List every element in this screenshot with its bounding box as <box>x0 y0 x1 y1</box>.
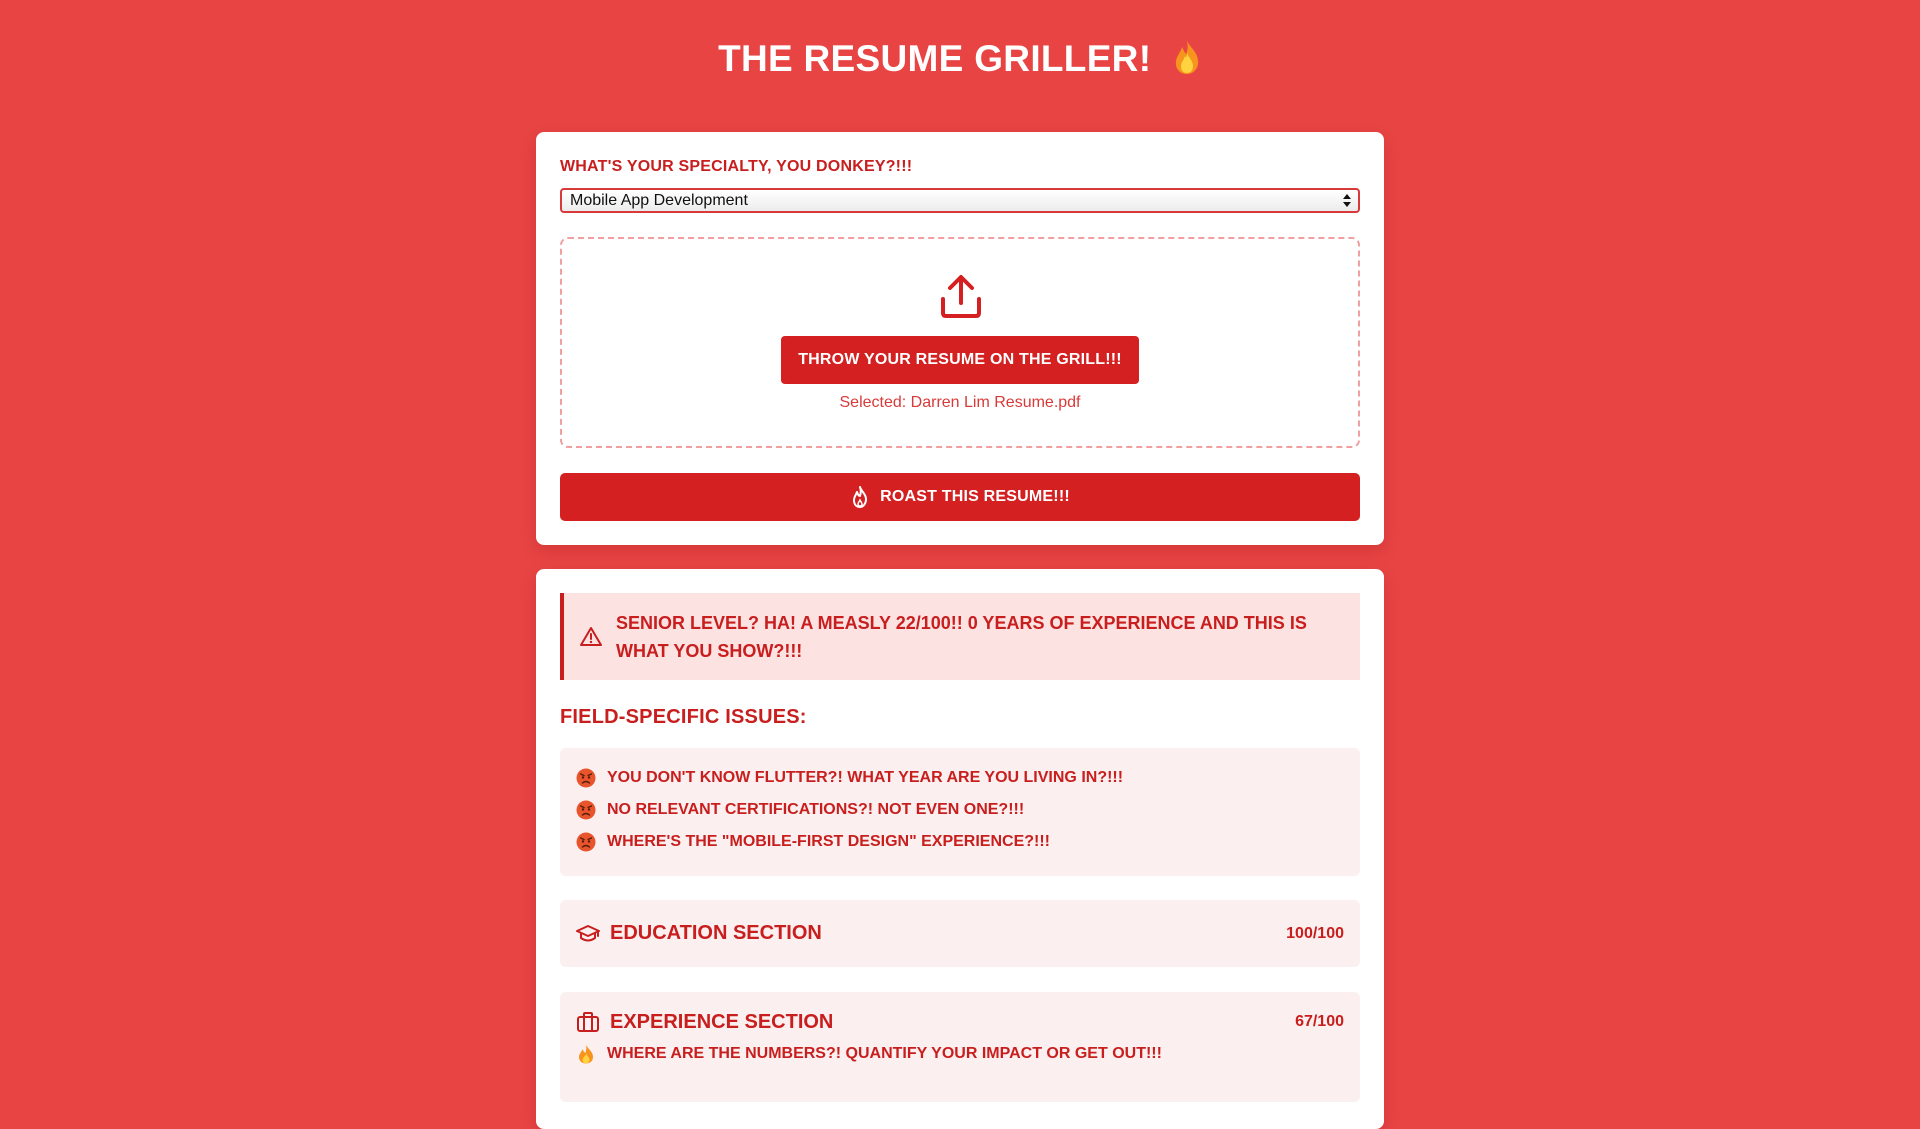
issue-text: YOU DON'T KNOW FLUTTER?! WHAT YEAR ARE Y… <box>607 769 1124 786</box>
experience-section-header: EXPERIENCE SECTION 67/100 <box>576 992 1344 1052</box>
experience-note-text: WHERE ARE THE NUMBERS?! QUANTIFY YOUR IM… <box>607 1045 1162 1062</box>
education-section-card[interactable]: EDUCATION SECTION 100/100 <box>560 900 1360 967</box>
experience-section-score: 67/100 <box>1295 1013 1344 1030</box>
list-item: YOU DON'T KNOW FLUTTER?! WHAT YEAR ARE Y… <box>576 762 1344 794</box>
upload-icon <box>941 275 981 318</box>
education-section-score: 100/100 <box>1286 924 1344 942</box>
specialty-select[interactable]: Mobile App Development <box>560 188 1360 213</box>
education-section-header: EDUCATION SECTION 100/100 <box>576 900 1344 967</box>
experience-section-card[interactable]: EXPERIENCE SECTION 67/100 WHERE ARE THE … <box>560 992 1360 1102</box>
experience-section-title: EXPERIENCE SECTION <box>610 1010 834 1033</box>
flame-icon <box>853 486 868 508</box>
issue-text: WHERE'S THE "MOBILE-FIRST DESIGN" EXPERI… <box>607 833 1050 850</box>
fire-emoji-icon <box>579 1044 593 1064</box>
roast-button-label: ROAST THIS RESUME!!! <box>880 488 1070 505</box>
issue-text: NO RELEVANT CERTIFICATIONS?! NOT EVEN ON… <box>607 801 1025 818</box>
roast-resume-button[interactable]: ROAST THIS RESUME!!! <box>560 473 1360 521</box>
list-item: WHERE'S THE "MOBILE-FIRST DESIGN" EXPERI… <box>576 826 1344 858</box>
specialty-selected-value: Mobile App Development <box>570 192 748 209</box>
results-card: SENIOR LEVEL? HA! A MEASLY 22/100!! 0 YE… <box>536 569 1384 1129</box>
warning-triangle-icon <box>580 626 602 646</box>
angry-face-icon <box>576 832 596 852</box>
education-section-title: EDUCATION SECTION <box>610 922 822 944</box>
briefcase-icon <box>577 1012 599 1032</box>
graduation-cap-icon <box>576 924 600 941</box>
fire-emoji-icon <box>1172 39 1202 84</box>
angry-face-icon <box>576 800 596 820</box>
alert-text: SENIOR LEVEL? HA! A MEASLY 22/100!! 0 YE… <box>616 612 1307 661</box>
upload-resume-button[interactable]: THROW YOUR RESUME ON THE GRILL!!! <box>781 336 1139 384</box>
experience-section-note: WHERE ARE THE NUMBERS?! QUANTIFY YOUR IM… <box>576 1044 1344 1064</box>
page-title-text: THE RESUME GRILLER! <box>718 38 1152 79</box>
select-arrows-icon <box>1343 194 1351 207</box>
angry-face-icon <box>576 768 596 788</box>
list-item: NO RELEVANT CERTIFICATIONS?! NOT EVEN ON… <box>576 794 1344 826</box>
page-title: THE RESUME GRILLER! <box>0 38 1920 84</box>
specialty-label: WHAT'S YOUR SPECIALTY, YOU DONKEY?!!! <box>560 158 913 175</box>
score-alert: SENIOR LEVEL? HA! A MEASLY 22/100!! 0 YE… <box>560 593 1360 680</box>
resume-dropzone[interactable]: THROW YOUR RESUME ON THE GRILL!!! Select… <box>560 237 1360 448</box>
field-issues-list: YOU DON'T KNOW FLUTTER?! WHAT YEAR ARE Y… <box>560 748 1360 876</box>
selected-file-text: Selected: Darren Lim Resume.pdf <box>839 394 1081 411</box>
upload-card: WHAT'S YOUR SPECIALTY, YOU DONKEY?!!! Mo… <box>536 132 1384 545</box>
field-issues-heading: FIELD-SPECIFIC ISSUES: <box>560 706 807 728</box>
